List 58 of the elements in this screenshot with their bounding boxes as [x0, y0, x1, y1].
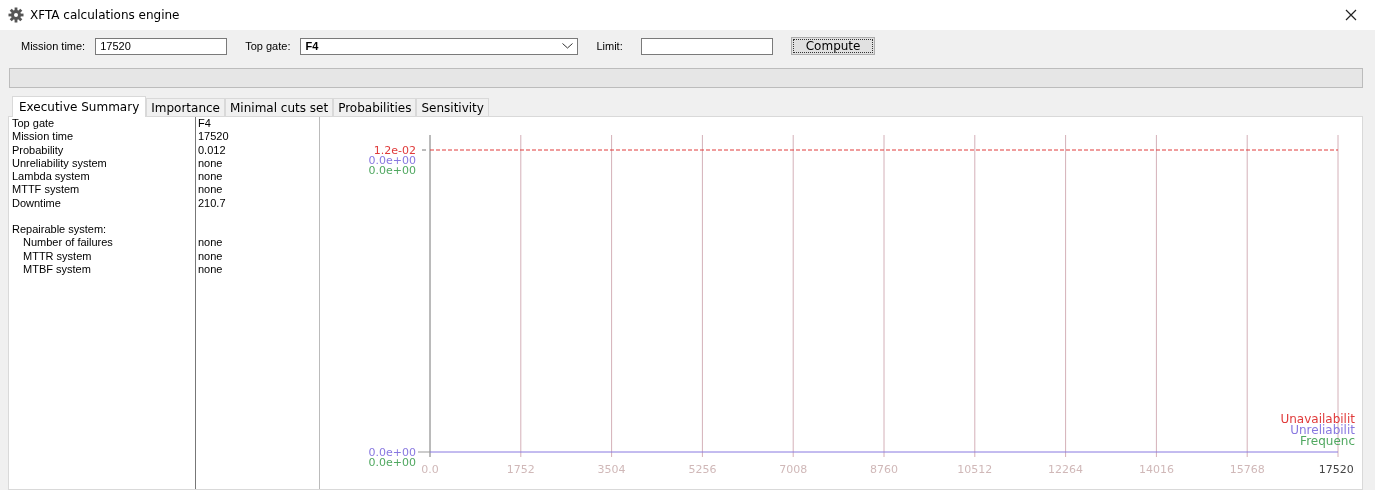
chevron-icon — [562, 43, 574, 49]
property-value: none — [197, 170, 223, 184]
property-value: none — [197, 262, 223, 277]
limit-field[interactable] — [640, 37, 773, 55]
x-tick-label: 0.0 — [421, 463, 439, 476]
field-label: Top gate: — [245, 40, 291, 52]
property-value: F4 — [197, 117, 211, 131]
x-tick-label: 5256 — [688, 463, 717, 476]
property-label: Top gate — [9, 117, 196, 131]
property-value: 0.012 — [197, 143, 226, 157]
axis-tick — [417, 451, 431, 453]
tab[interactable]: Minimal cuts set — [225, 98, 334, 116]
field-label: Mission time: — [21, 40, 86, 52]
close-icon[interactable] — [1345, 9, 1357, 21]
axis-tick — [421, 149, 427, 151]
mission-time-field[interactable]: 17520 — [95, 37, 228, 55]
legend-label: Frequenc — [1300, 434, 1355, 448]
legend-label: Unreliabilit — [1290, 423, 1355, 437]
property-value: none — [197, 156, 223, 171]
property-value: 17520 — [197, 130, 229, 144]
x-tick-label: 3504 — [597, 463, 626, 476]
x-tick-label: 14016 — [1138, 463, 1174, 476]
x-tick-label: 15768 — [1229, 463, 1265, 476]
field-label: Limit: — [596, 40, 623, 52]
y-tick-label: 0.0e+00 — [368, 446, 416, 459]
x-tick-label: 8760 — [870, 463, 898, 476]
x-tick-label: 1752 — [506, 463, 535, 476]
property-label: MTBF system — [9, 262, 196, 277]
section-label: Repairable system: — [9, 223, 196, 237]
property-label: Downtime — [9, 196, 196, 211]
window-title: XFTA calculations engine — [30, 8, 180, 22]
property-label: Number of failures — [9, 236, 196, 250]
property-label: MTTR system — [9, 249, 196, 263]
property-label: Unreliability system — [9, 156, 196, 171]
x-tick-label: 7008 — [779, 463, 808, 476]
top-gate-dropdown[interactable]: F4 — [300, 37, 579, 55]
y-axis-label: 0.0e+00 — [368, 154, 416, 167]
property-label: Lambda system — [9, 170, 196, 184]
property-label: Probability — [9, 143, 196, 157]
x-tick-label: 10512 — [957, 463, 993, 476]
gear-icon — [8, 7, 24, 23]
property-label: MTTF system — [9, 183, 196, 197]
property-value: 210.7 — [197, 196, 226, 211]
property-value: none — [197, 183, 223, 197]
property-label: Mission time — [9, 130, 196, 144]
property-value: none — [197, 236, 223, 250]
tab[interactable]: Importance — [146, 98, 225, 116]
tab[interactable]: Executive Summary — [12, 96, 147, 117]
x-tick-label: 17520. — [1318, 463, 1355, 476]
tab[interactable]: Probabilities — [333, 98, 417, 116]
tab[interactable]: Sensitivity — [416, 98, 489, 116]
property-value: none — [197, 249, 223, 263]
compute-button[interactable]: Compute — [790, 37, 876, 55]
y-tick-label: 1.2e-02 — [373, 144, 416, 157]
legend-label: Unavailabilit — [1280, 412, 1355, 426]
y-axis-label: 0.0e+00 — [368, 456, 416, 469]
y-axis-label: 0.0e+00 — [368, 164, 416, 177]
x-tick-label: 12264 — [1048, 463, 1084, 476]
